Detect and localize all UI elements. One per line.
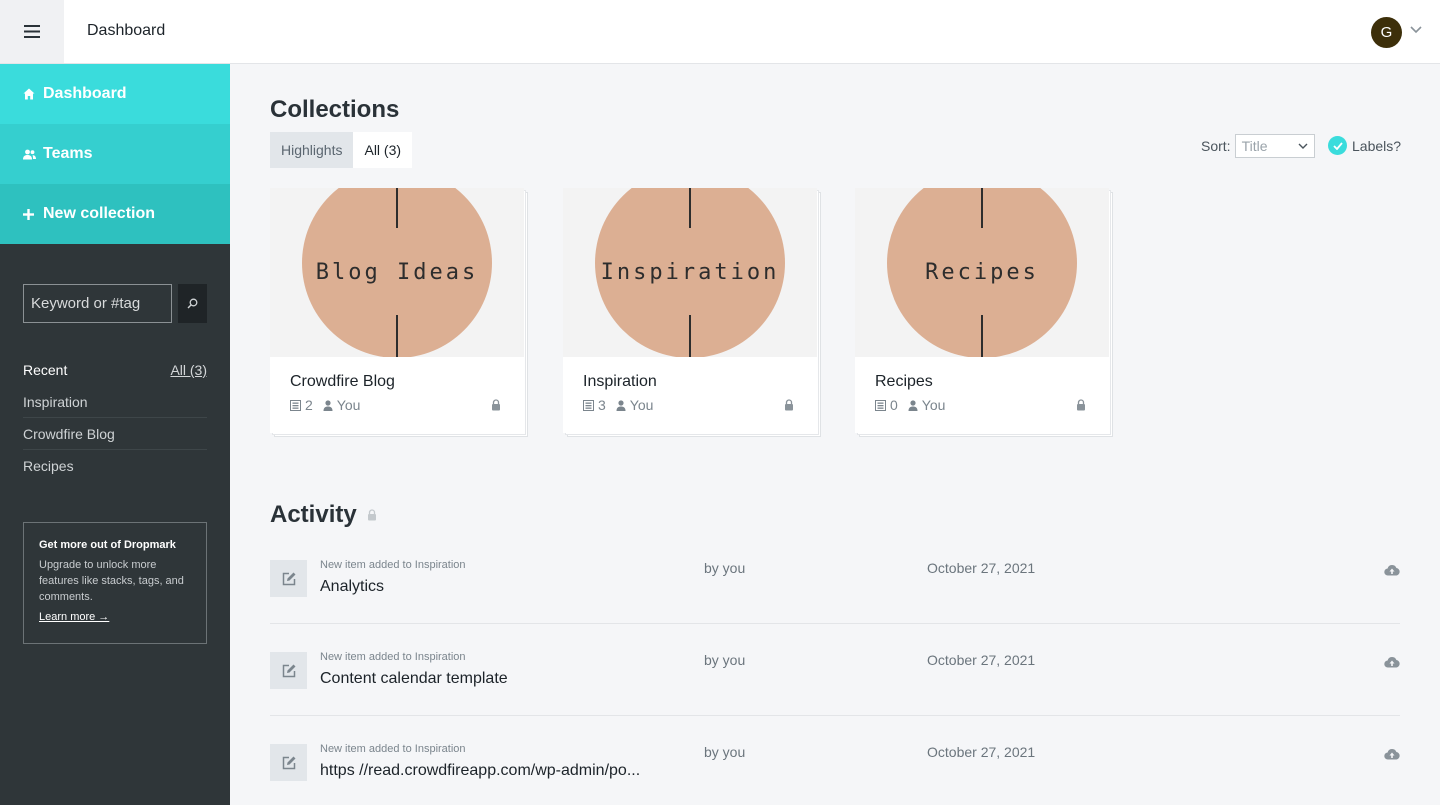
labels-toggle[interactable]: Labels?	[1328, 136, 1401, 155]
activity-title: Content calendar template	[320, 670, 508, 687]
cloud-upload-icon[interactable]	[1384, 656, 1400, 668]
upgrade-promo: Get more out of Dropmark Upgrade to unlo…	[23, 522, 207, 644]
item-count: 2	[305, 397, 313, 413]
home-icon	[23, 88, 37, 100]
search-button[interactable]	[178, 284, 207, 323]
cloud-upload-icon[interactable]	[1384, 564, 1400, 576]
activity-subtitle: New item added to Inspiration	[320, 651, 466, 663]
promo-title: Get more out of Dropmark	[39, 539, 176, 551]
activity-row[interactable]: New item added to Inspiration https //re…	[270, 716, 1400, 805]
avatar[interactable]: G	[1371, 17, 1402, 48]
hamburger-icon	[24, 25, 40, 38]
collection-tabs: Highlights All (3)	[270, 132, 413, 168]
activity-date: October 27, 2021	[927, 744, 1036, 760]
sort-control: Sort: Title	[1201, 134, 1315, 158]
menu-button[interactable]	[0, 0, 64, 63]
thumbnail-text: Recipes	[925, 260, 1039, 285]
collection-name: Inspiration	[583, 373, 657, 390]
sort-value: Title	[1241, 138, 1268, 154]
sidebar-item-label: New collection	[43, 205, 156, 222]
activity-date: October 27, 2021	[927, 652, 1036, 668]
sort-select[interactable]: Title	[1234, 134, 1315, 158]
plus-icon	[23, 208, 37, 220]
recent-heading: Recent	[23, 362, 68, 378]
lock-icon	[1077, 399, 1085, 411]
chevron-down-icon	[1298, 143, 1308, 149]
collection-thumbnail: Blog Ideas	[270, 188, 524, 357]
activity-row[interactable]: New item added to Inspiration Analytics …	[270, 532, 1400, 624]
cloud-upload-icon[interactable]	[1384, 748, 1400, 760]
search-box	[23, 284, 207, 323]
recent-item-crowdfire-blog[interactable]: Crowdfire Blog	[23, 418, 207, 450]
lock-icon	[367, 509, 377, 521]
top-bar: Dashboard G	[0, 0, 1440, 64]
activity-heading: Activity	[270, 501, 377, 529]
search-input[interactable]	[23, 284, 172, 323]
tab-all[interactable]: All (3)	[353, 132, 413, 168]
activity-subtitle: New item added to Inspiration	[320, 559, 466, 571]
user-icon	[323, 399, 333, 411]
page-title: Dashboard	[87, 22, 166, 39]
activity-row[interactable]: New item added to Inspiration Content ca…	[270, 624, 1400, 716]
lock-icon	[492, 399, 500, 411]
items-icon	[290, 399, 301, 411]
lock-icon	[785, 399, 793, 411]
thumbnail-text: Blog Ideas	[315, 260, 479, 285]
collection-name: Recipes	[875, 373, 933, 390]
items-icon	[583, 399, 594, 411]
sidebar-item-new-collection[interactable]: New collection	[0, 184, 230, 244]
collection-owner: You	[629, 397, 654, 413]
recent-item-recipes[interactable]: Recipes	[23, 450, 207, 482]
activity-date: October 27, 2021	[927, 560, 1036, 576]
labels-toggle-label: Labels?	[1352, 137, 1402, 154]
edit-icon	[270, 744, 307, 781]
activity-title: Analytics	[320, 578, 385, 595]
users-icon	[23, 149, 37, 160]
activity-author: by you	[704, 652, 746, 668]
thumbnail-text: Inspiration	[600, 260, 780, 285]
collection-meta: 2 You	[290, 397, 360, 413]
item-count: 3	[598, 397, 606, 413]
sidebar: Dashboard Teams New collection Recent Al…	[0, 64, 230, 805]
sidebar-item-dashboard[interactable]: Dashboard	[0, 64, 230, 124]
user-icon	[908, 399, 918, 411]
collection-name: Crowdfire Blog	[290, 373, 395, 390]
collection-owner: You	[336, 397, 361, 413]
collection-meta: 0 You	[875, 397, 945, 413]
activity-subtitle: New item added to Inspiration	[320, 743, 466, 755]
collection-meta: 3 You	[583, 397, 653, 413]
user-icon	[616, 399, 626, 411]
edit-icon	[270, 652, 307, 689]
collection-owner: You	[921, 397, 946, 413]
items-icon	[875, 399, 886, 411]
collections-heading: Collections	[270, 96, 400, 123]
collection-card[interactable]: Inspiration Inspiration 3 You	[563, 188, 821, 437]
recent-item-inspiration[interactable]: Inspiration	[23, 386, 207, 418]
edit-icon	[270, 560, 307, 597]
chevron-down-icon[interactable]	[1410, 26, 1422, 34]
collection-card[interactable]: Recipes Recipes 0 You	[855, 188, 1113, 437]
tab-highlights[interactable]: Highlights	[270, 132, 354, 168]
activity-title: https //read.crowdfireapp.com/wp-admin/p…	[320, 762, 641, 779]
sort-label: Sort:	[1201, 138, 1231, 154]
main-content: Collections Highlights All (3) Sort: Tit…	[230, 64, 1440, 805]
search-icon	[187, 298, 198, 309]
recent-section: Recent All (3) Inspiration Crowdfire Blo…	[23, 362, 207, 482]
activity-heading-text: Activity	[270, 501, 357, 528]
collection-thumbnail: Inspiration	[563, 188, 817, 357]
activity-list: New item added to Inspiration Analytics …	[270, 532, 1400, 805]
item-count: 0	[890, 397, 898, 413]
sidebar-item-teams[interactable]: Teams	[0, 124, 230, 184]
checkmark-icon	[1328, 136, 1347, 155]
collection-thumbnail: Recipes	[855, 188, 1109, 357]
learn-more-link[interactable]: Learn more →	[39, 611, 109, 623]
recent-all-link[interactable]: All (3)	[170, 362, 207, 382]
activity-author: by you	[704, 560, 746, 576]
sidebar-item-label: Teams	[43, 145, 93, 162]
collection-card[interactable]: Blog Ideas Crowdfire Blog 2 You	[270, 188, 528, 437]
activity-author: by you	[704, 744, 746, 760]
sidebar-item-label: Dashboard	[43, 85, 127, 102]
promo-text: Upgrade to unlock more features like sta…	[39, 559, 184, 603]
